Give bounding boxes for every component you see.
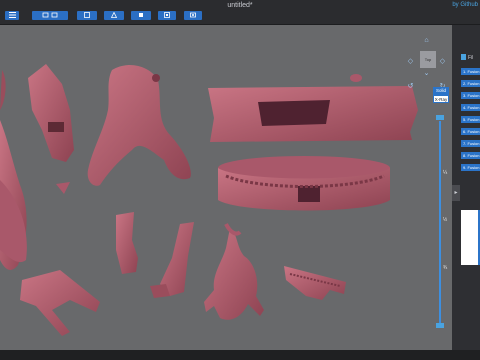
part-item[interactable]: 5. Fusion (461, 116, 480, 123)
status-bar (0, 350, 480, 360)
camera-icon (190, 12, 196, 18)
panel-header-icon (461, 54, 466, 60)
chevron-right-icon[interactable]: ▸ (452, 185, 460, 201)
clip-slider-bottom-handle[interactable] (436, 323, 444, 328)
part-item[interactable]: 3. Fusion (461, 92, 480, 99)
3d-viewport[interactable]: ⌂ ◇ ◇ Top ⌄ ↺ ↻ Solid X-Ray ¼ ½ ¾ (0, 25, 452, 350)
nav-down-icon[interactable]: ⌄ (422, 70, 431, 78)
leg-part (87, 65, 191, 186)
brand-label: by Github (452, 2, 478, 8)
parts-panel: Fil 1. Fusion 2. Fusion 3. Fusion 4. Fus… (452, 25, 480, 350)
nav-left-icon[interactable]: ◇ (406, 58, 415, 66)
part-item[interactable]: 7. Fusion (461, 140, 480, 147)
cat-part (204, 228, 264, 320)
xray-mode-button[interactable]: X-Ray (433, 95, 449, 103)
leg-stud (152, 74, 160, 82)
nav-right-icon[interactable]: ◇ (438, 58, 447, 66)
part-item[interactable]: 1. Fusion (461, 68, 480, 75)
part-item[interactable]: 8. Fusion (461, 152, 480, 159)
title-bar: untitled* by Github (0, 0, 480, 25)
part-item[interactable]: 6. Fusion (461, 128, 480, 135)
menu-icon (8, 12, 16, 18)
rotate-left-icon[interactable]: ↺ (406, 83, 415, 91)
base-slot (298, 186, 320, 202)
tools-button[interactable] (104, 11, 124, 20)
nav-up-icon[interactable]: ⌂ (422, 37, 431, 45)
arm-part (20, 270, 100, 336)
image-button[interactable] (77, 11, 97, 20)
boot-slot (48, 122, 64, 132)
boot-left-part (116, 212, 138, 274)
camera-button[interactable] (184, 11, 202, 20)
view-cube[interactable]: Top (420, 51, 436, 68)
slider-tick-three-quarter: ¾ (443, 265, 448, 271)
cube-icon (139, 13, 143, 17)
cube-button[interactable] (131, 11, 151, 20)
belt-part (284, 266, 346, 300)
frame-button[interactable] (158, 11, 176, 20)
small-shard (56, 182, 70, 194)
clip-slider-top-handle[interactable] (436, 115, 444, 120)
frame-icon (164, 12, 170, 18)
file-button[interactable] (32, 11, 68, 20)
part-item[interactable]: 4. Fusion (461, 104, 480, 111)
image-icon (84, 12, 90, 18)
tools-icon (111, 12, 117, 18)
part-item[interactable]: 2. Fusion (461, 80, 480, 87)
part-item[interactable]: 9. Fusion (461, 164, 480, 171)
slider-tick-half: ½ (443, 217, 448, 223)
cat-tail (224, 223, 242, 236)
clip-slider-track[interactable] (439, 121, 441, 323)
model-parts (0, 64, 418, 336)
folder-icon (42, 12, 58, 18)
solid-mode-button[interactable]: Solid (433, 87, 449, 95)
plaque-window (258, 100, 330, 126)
window-title: untitled* (227, 2, 253, 9)
slider-tick-quarter: ¼ (443, 170, 448, 176)
hair-strand (0, 70, 6, 110)
boot-top-part (28, 64, 74, 162)
panel-title: Fil (468, 55, 474, 61)
menu-button[interactable] (5, 11, 19, 20)
small-cap (350, 74, 362, 82)
